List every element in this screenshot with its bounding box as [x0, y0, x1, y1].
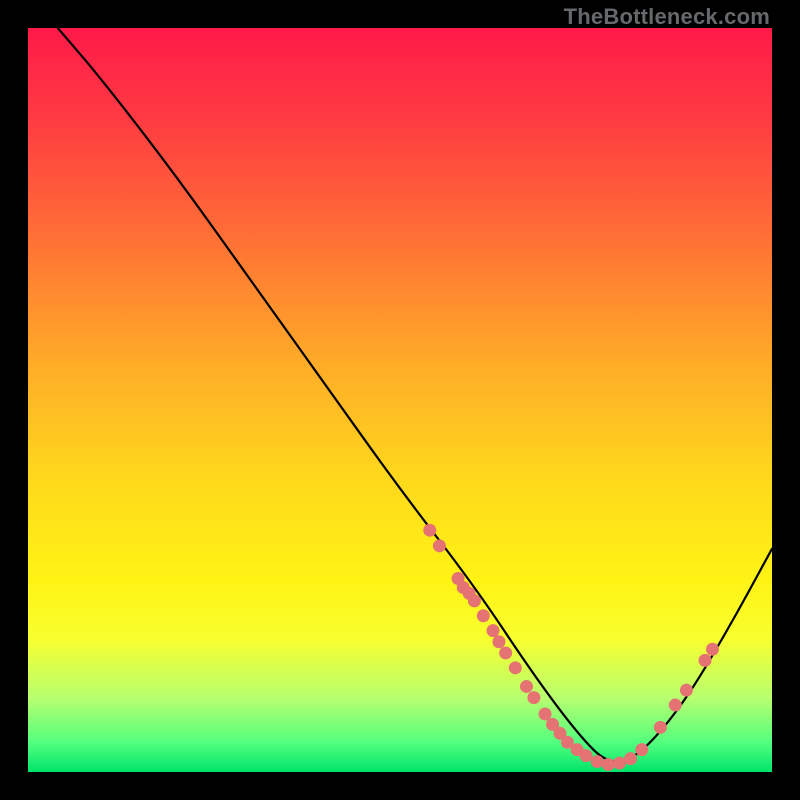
curve-marker: [423, 524, 436, 537]
curve-marker: [654, 721, 667, 734]
curve-marker: [477, 609, 490, 622]
curve-marker: [468, 594, 481, 607]
curve-marker: [699, 654, 712, 667]
curve-marker: [669, 699, 682, 712]
curve-marker: [527, 691, 540, 704]
curve-marker: [635, 743, 648, 756]
bottleneck-curve-path: [58, 28, 772, 762]
curve-marker: [492, 635, 505, 648]
curve-layer: [58, 28, 772, 762]
curve-marker: [624, 752, 637, 765]
marker-layer: [423, 524, 719, 771]
curve-marker: [487, 624, 500, 637]
curve-marker: [509, 661, 522, 674]
curve-marker: [580, 749, 593, 762]
curve-marker: [520, 680, 533, 693]
curve-marker: [539, 707, 552, 720]
bottleneck-chart: [0, 0, 800, 800]
curve-marker: [602, 758, 615, 771]
curve-marker: [706, 643, 719, 656]
curve-marker: [499, 646, 512, 659]
curve-marker: [680, 684, 693, 697]
curve-marker: [591, 755, 604, 768]
curve-marker: [433, 539, 446, 552]
curve-marker: [613, 757, 626, 770]
